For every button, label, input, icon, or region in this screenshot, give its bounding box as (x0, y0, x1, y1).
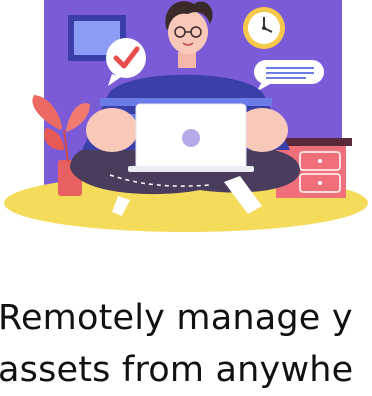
headline-line-2: assets from anywhe (0, 350, 354, 390)
onboarding-headline: Remotely manage y assets from anywhe (0, 292, 372, 396)
onboarding-illustration (4, 0, 368, 232)
laptop-icon (128, 103, 254, 172)
headline-line-1: Remotely manage y (0, 298, 353, 338)
wall-clock-icon (243, 7, 285, 49)
